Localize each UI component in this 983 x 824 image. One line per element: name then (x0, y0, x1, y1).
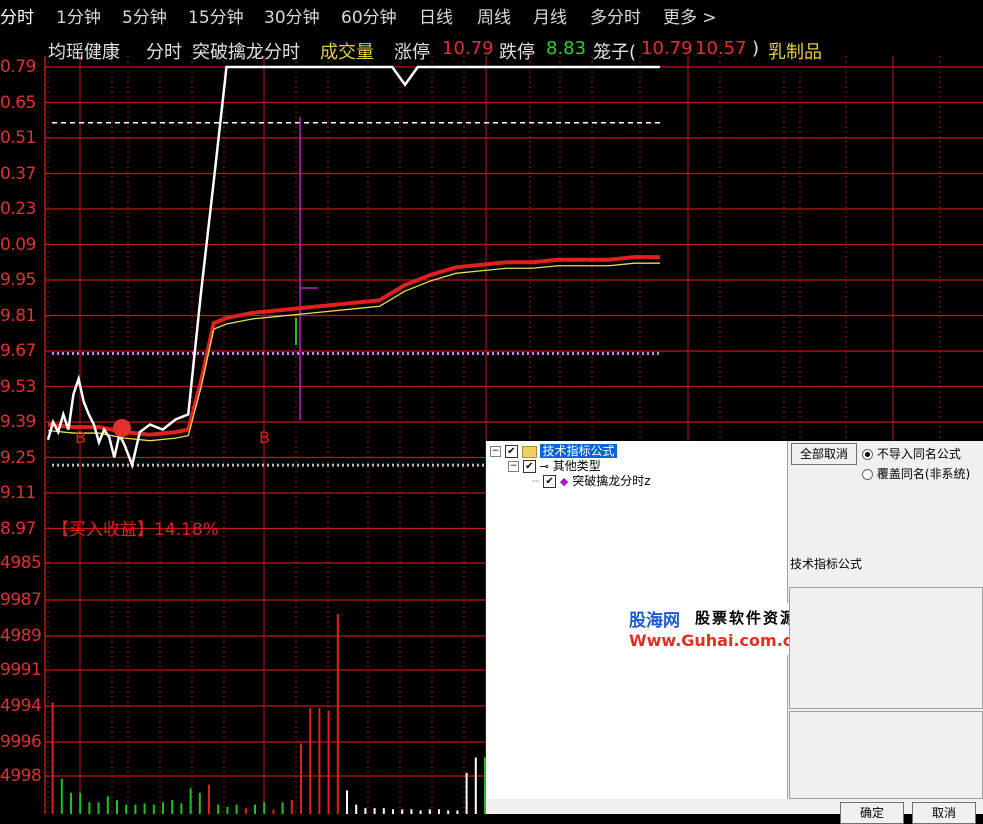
formula-tree[interactable]: − ✔ 技术指标公式 − ✔ ⊸ 其他类型 ┈ ✔ ◆ 突破擒龙分时z 股海网 … (486, 441, 845, 799)
cage-value-2: 10.57 (695, 38, 747, 59)
price-tick-label: 9.81 (0, 305, 36, 326)
volume-tick-label: 9991 (0, 660, 42, 680)
checkbox[interactable]: ✔ (522, 460, 536, 473)
price-tick-label: 0.51 (0, 128, 36, 148)
avg-line-yellow (47, 262, 660, 442)
tab-more[interactable]: 更多 > (663, 3, 717, 28)
option-overwrite[interactable]: 覆盖同名(非系统) (862, 465, 970, 482)
price-tick-label: 0.65 (0, 92, 36, 113)
folder-icon (521, 445, 537, 458)
cage-label: 笼子( (593, 42, 637, 63)
watermark-brand: 股海网 (629, 611, 680, 631)
tree-node-formula[interactable]: ┈ ✔ ◆ 突破擒龙分时z (532, 473, 651, 489)
price-tick-label: 9.95 (0, 270, 36, 290)
tab-30min[interactable]: 30分钟 (264, 3, 320, 28)
price-tick-label: 9.25 (0, 447, 36, 468)
mode-label: 分时 (146, 42, 182, 63)
volume-tick-label: 9996 (0, 732, 42, 752)
buy-marker: B (75, 428, 86, 447)
tab-1min[interactable]: 1分钟 (56, 3, 101, 28)
limit-down-label: 跌停 (499, 42, 535, 63)
tree-label-formula[interactable]: 突破擒龙分时z (572, 474, 650, 488)
price-tick-label: 9.53 (0, 376, 36, 397)
option-overwrite-label: 覆盖同名(非系统) (876, 467, 971, 481)
cage-close: ) (752, 38, 760, 59)
volume-tick-label: 4985 (0, 553, 42, 573)
checkbox[interactable]: ✔ (543, 475, 557, 488)
volume-tick-label: 4989 (0, 626, 42, 646)
collapse-icon[interactable]: − (490, 446, 501, 457)
tree-label-root[interactable]: 技术指标公式 (540, 444, 617, 458)
indicator-name: 突破擒龙分时 (192, 42, 300, 63)
tree-node-root[interactable]: − ✔ 技术指标公式 (490, 443, 617, 459)
checkbox[interactable]: ✔ (504, 445, 518, 458)
collapse-icon[interactable]: − (508, 461, 519, 472)
price-tick-label: 0.09 (0, 234, 36, 255)
ok-button[interactable]: 确定 (840, 802, 904, 824)
limit-up-value: 10.79 (442, 38, 494, 59)
key-icon: ⊸ (539, 460, 549, 473)
preview-panel (789, 711, 983, 799)
option-skip-label: 不导入同名公式 (876, 447, 961, 461)
watermark-url: Www.Guhai.com.cn (629, 631, 804, 650)
diamond-icon: ◆ (559, 475, 569, 488)
price-tick-label: 0.23 (0, 199, 36, 219)
tree-node-other[interactable]: − ✔ ⊸ 其他类型 (508, 458, 601, 474)
cancel-button[interactable]: 取消 (912, 802, 976, 824)
price-tick-label: 8.97 (0, 518, 36, 539)
info-bar: 均瑶健康 分时 突破擒龙分时 成交量 涨停 10.79 跌停 8.83 笼子( … (0, 36, 983, 64)
buy-marker: B (259, 428, 270, 447)
tab-15min[interactable]: 15分钟 (188, 3, 244, 28)
avg-line-red (47, 255, 660, 437)
volume-label: 成交量 (320, 42, 374, 63)
tab-daily[interactable]: 日线 (419, 3, 453, 28)
sector-label: 乳制品 (768, 42, 822, 63)
price-tick-label: 9.67 (0, 341, 36, 361)
radio-icon[interactable] (862, 449, 873, 460)
radio-icon[interactable] (862, 469, 873, 480)
stock-name: 均瑶健康 (48, 42, 120, 63)
price-tick-label: 0.37 (0, 163, 36, 184)
tab-multi-intraday[interactable]: 多分时 (590, 3, 641, 28)
tree-label-other[interactable]: 其他类型 (553, 459, 601, 473)
description-panel (789, 587, 983, 709)
price-tick-label: 0.79 (0, 57, 36, 77)
tab-monthly[interactable]: 月线 (533, 3, 567, 28)
volume-tick-label: 9987 (0, 590, 42, 610)
tab-weekly[interactable]: 周线 (477, 3, 511, 28)
clear-all-button[interactable]: 全部取消 (791, 443, 857, 465)
category-label: 技术指标公式 (790, 557, 863, 571)
volume-tick-label: 4998 (0, 766, 42, 786)
limit-up-label: 涨停 (394, 42, 430, 63)
cage-value-1: 10.79 (641, 38, 693, 59)
period-tabs: 分时 1分钟 5分钟 15分钟 30分钟 60分钟 日线 周线 月线 多分时 更… (0, 0, 983, 30)
tab-intraday[interactable]: 分时 (0, 3, 34, 28)
tab-5min[interactable]: 5分钟 (122, 3, 167, 28)
buy-signal-icon (113, 419, 131, 437)
import-formula-dialog: − ✔ 技术指标公式 − ✔ ⊸ 其他类型 ┈ ✔ ◆ 突破擒龙分时z 股海网 … (486, 441, 983, 824)
price-tick-label: 9.11 (0, 483, 36, 503)
limit-down-value: 8.83 (546, 38, 587, 59)
buy-profit-label: 【买入收益】14.18% (52, 520, 219, 540)
price-tick-label: 9.39 (0, 412, 36, 432)
volume-tick-label: 4994 (0, 696, 42, 716)
option-skip-same-name[interactable]: 不导入同名公式 (862, 445, 961, 462)
tab-60min[interactable]: 60分钟 (341, 3, 397, 28)
